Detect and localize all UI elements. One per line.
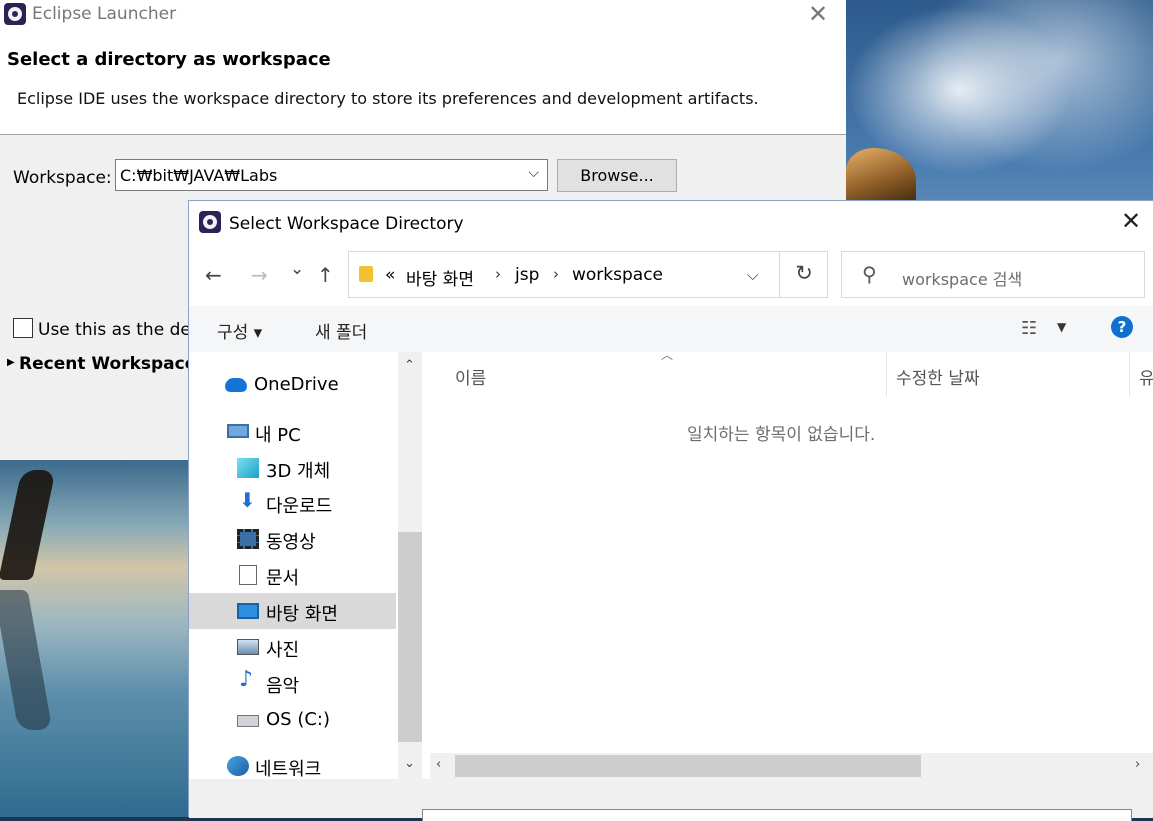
breadcrumb-overflow[interactable]: «	[385, 265, 395, 285]
chevron-right-icon[interactable]: ›	[495, 265, 501, 283]
launcher-header: Select a directory as workspace Eclipse …	[0, 29, 846, 135]
nav-item-onedrive[interactable]: OneDrive	[189, 367, 396, 403]
organize-menu-button[interactable]: 구성 ▾	[217, 318, 262, 343]
music-icon: ♪	[239, 667, 254, 692]
nav-item-3d-objects[interactable]: 3D 개체	[189, 450, 396, 486]
nav-item-videos[interactable]: 동영상	[189, 521, 396, 557]
breadcrumb-workspace[interactable]: workspace	[572, 265, 663, 285]
launcher-description: Eclipse IDE uses the workspace directory…	[17, 89, 759, 108]
empty-folder-message: 일치하는 항목이 없습니다.	[687, 425, 876, 445]
search-box[interactable]: ⚲ workspace 검색	[841, 251, 1145, 298]
breadcrumb-jsp[interactable]: jsp	[515, 265, 539, 285]
folder-name-field[interactable]	[422, 809, 1132, 821]
back-arrow-icon[interactable]: ←	[205, 263, 222, 287]
eclipse-logo-icon	[4, 3, 26, 25]
chevron-down-icon[interactable]: ⌵	[528, 165, 539, 181]
address-bar[interactable]: « 바탕 화면 › jsp › workspace ⌵	[348, 251, 828, 298]
nav-item-pictures[interactable]: 사진	[189, 629, 396, 665]
launcher-title: Eclipse Launcher	[32, 4, 177, 24]
file-list-horizontal-scrollbar[interactable]: ‹ ›	[430, 753, 1153, 779]
drive-icon	[237, 715, 259, 727]
nav-item-os-drive[interactable]: OS (C:)	[189, 702, 396, 738]
up-arrow-icon[interactable]: ↑	[317, 263, 334, 287]
folder-icon	[359, 266, 373, 282]
select-workspace-directory-dialog: Select Workspace Directory ✕ ← → ⌄ ↑ « 바…	[188, 200, 1153, 821]
help-icon[interactable]: ?	[1111, 316, 1133, 338]
network-icon	[227, 756, 249, 776]
chevron-right-icon[interactable]: ›	[553, 265, 559, 283]
use-default-label: Use this as the det	[38, 320, 198, 340]
scroll-down-icon[interactable]: ⌄	[404, 756, 415, 771]
column-divider[interactable]	[886, 352, 887, 396]
column-header-modified[interactable]: 수정한 날짜	[896, 364, 980, 389]
view-options-icon[interactable]: ☷	[1021, 318, 1037, 339]
sort-ascending-icon: ︿	[661, 348, 674, 362]
refresh-button[interactable]: ↻	[779, 251, 828, 298]
column-header-type[interactable]: 유	[1139, 364, 1153, 389]
nav-item-music[interactable]: ♪ 음악	[189, 665, 396, 701]
recent-workspaces-toggle[interactable]: Recent Workspaces	[19, 354, 206, 374]
picture-icon	[237, 639, 259, 655]
workspace-combo[interactable]: C:₩bit₩JAVA₩Labs ⌵	[115, 159, 548, 191]
cloud-icon	[225, 378, 247, 392]
navigation-pane: OneDrive 내 PC 3D 개체 ⬇ 다운로드 동영상 문서 바탕 화면	[189, 352, 424, 780]
eclipse-logo-icon	[199, 211, 221, 233]
workspace-value: C:₩bit₩JAVA₩Labs	[120, 166, 278, 185]
column-header-name[interactable]: 이름	[455, 364, 486, 389]
column-divider[interactable]	[1129, 352, 1130, 396]
new-folder-button[interactable]: 새 폴더	[315, 318, 367, 343]
use-default-checkbox[interactable]	[13, 318, 33, 338]
browse-button[interactable]: Browse...	[557, 159, 677, 192]
view-dropdown-icon[interactable]: ▼	[1057, 320, 1066, 334]
computer-icon	[227, 424, 249, 438]
chevron-down-icon[interactable]: ⌵	[747, 266, 758, 284]
workspace-label: Workspace:	[13, 168, 112, 188]
expand-arrow-icon[interactable]: ▶	[7, 357, 15, 368]
nav-item-downloads[interactable]: ⬇ 다운로드	[189, 485, 396, 521]
scroll-left-icon[interactable]: ‹	[436, 757, 441, 772]
search-icon: ⚲	[862, 262, 877, 286]
scroll-right-icon[interactable]: ›	[1135, 757, 1140, 772]
download-icon: ⬇	[239, 488, 256, 512]
launcher-titlebar: Eclipse Launcher ✕	[0, 0, 846, 29]
recent-locations-icon[interactable]: ⌄	[290, 259, 304, 279]
video-icon	[237, 529, 259, 549]
nav-item-desktop[interactable]: 바탕 화면	[189, 593, 396, 629]
nav-pane-scrollbar[interactable]: ⌃ ⌄	[398, 352, 422, 779]
file-list: ︿ 이름 수정한 날짜 유 일치하는 항목이 없습니다.	[427, 348, 1153, 779]
document-icon	[239, 565, 257, 585]
scrollbar-thumb[interactable]	[398, 532, 422, 742]
nav-item-documents[interactable]: 문서	[189, 557, 396, 593]
scroll-up-icon[interactable]: ⌃	[404, 358, 415, 373]
cube-icon	[237, 458, 259, 478]
dialog-title: Select Workspace Directory	[229, 214, 464, 234]
dialog-footer	[189, 779, 1153, 821]
dialog-close-button[interactable]: ✕	[1121, 207, 1141, 235]
breadcrumb-desktop[interactable]: 바탕 화면	[406, 265, 474, 290]
forward-arrow-icon[interactable]: →	[251, 263, 268, 287]
launcher-close-button[interactable]: ✕	[808, 0, 828, 28]
launcher-heading: Select a directory as workspace	[7, 49, 331, 70]
desktop-icon	[237, 603, 259, 619]
search-placeholder: workspace 검색	[902, 270, 1023, 289]
scrollbar-thumb[interactable]	[455, 755, 921, 777]
nav-item-this-pc[interactable]: 내 PC	[189, 414, 396, 450]
